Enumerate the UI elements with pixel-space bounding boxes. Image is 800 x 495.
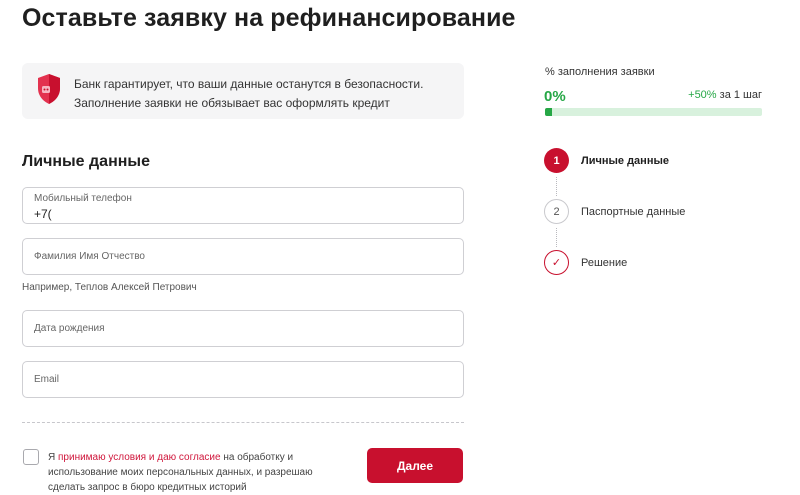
fullname-hint: Например, Теплов Алексей Петрович — [22, 282, 197, 293]
fullname-field[interactable]: Фамилия Имя Отчество — [22, 238, 464, 275]
step-connector — [556, 228, 557, 247]
progress-increment: +50% за 1 шаг — [688, 89, 762, 101]
consent-checkbox[interactable] — [23, 449, 39, 465]
email-field[interactable]: Email — [22, 361, 464, 398]
step-1-indicator: 1 — [544, 148, 569, 173]
consent-text: Я принимаю условия и даю согласие на обр… — [48, 450, 348, 495]
step-2-label: Паспортные данные — [581, 206, 686, 218]
page-title: Оставьте заявку на рефинансирование — [22, 4, 516, 32]
progress-bar — [545, 108, 762, 116]
security-notice: Банк гарантирует, что ваши данные остану… — [22, 63, 464, 119]
step-3-check-icon: ✓ — [544, 250, 569, 275]
phone-value: +7( — [34, 207, 52, 221]
progress-label: % заполнения заявки — [545, 66, 655, 78]
next-button[interactable]: Далее — [367, 448, 463, 483]
birthdate-field[interactable]: Дата рождения — [22, 310, 464, 347]
consent-terms-link[interactable]: принимаю условия и даю согласие — [58, 452, 221, 463]
form-divider — [22, 422, 464, 423]
progress-percent: 0% — [544, 88, 566, 105]
consent-prefix: Я — [48, 452, 58, 463]
progress-increment-value: +50% — [688, 89, 717, 101]
phone-label: Мобильный телефон — [34, 193, 132, 204]
email-placeholder: Email — [34, 374, 60, 385]
step-connector — [556, 177, 557, 196]
section-title-personal: Личные данные — [22, 153, 150, 170]
shield-icon — [35, 73, 63, 110]
progress-increment-suffix: за 1 шаг — [716, 89, 762, 101]
notice-line-obligation: Заполнение заявки не обязывает вас оформ… — [74, 96, 390, 110]
fullname-placeholder: Фамилия Имя Отчество — [34, 251, 145, 262]
step-1-label: Личные данные — [581, 155, 669, 167]
birthdate-placeholder: Дата рождения — [34, 323, 105, 334]
progress-bar-fill — [545, 108, 552, 116]
phone-field[interactable]: Мобильный телефон +7( — [22, 187, 464, 224]
step-2-indicator: 2 — [544, 199, 569, 224]
notice-line-security: Банк гарантирует, что ваши данные остану… — [74, 77, 424, 91]
step-3-label: Решение — [581, 257, 628, 269]
